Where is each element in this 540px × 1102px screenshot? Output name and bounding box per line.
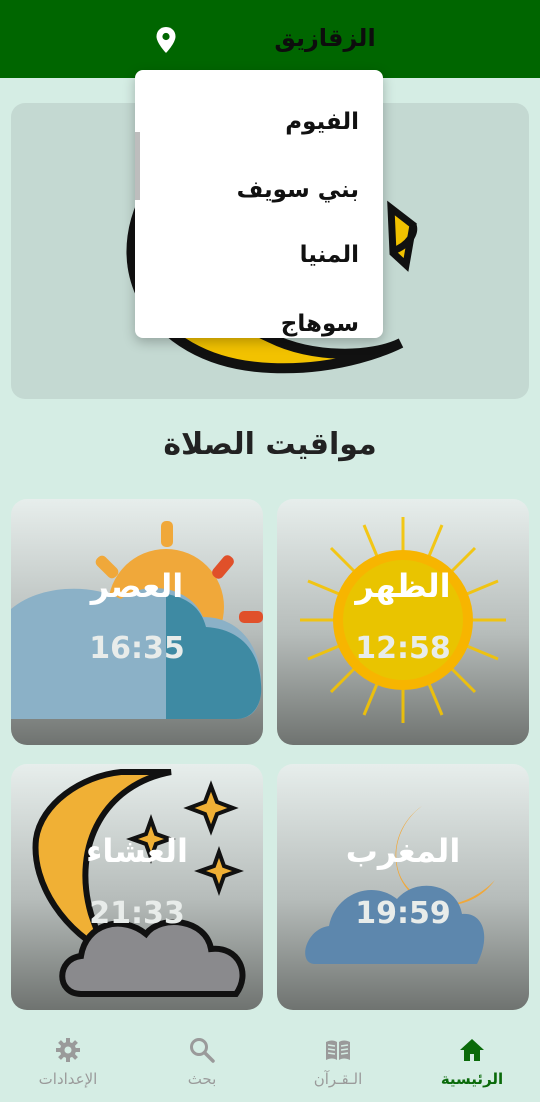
prayer-card-dhuhr[interactable]: الظهر 12:58 — [277, 499, 529, 745]
gear-icon — [56, 1038, 80, 1062]
nav-label: بحث — [187, 1070, 217, 1088]
nav-quran[interactable]: الـقـرآن — [278, 1026, 398, 1102]
home-icon — [460, 1039, 484, 1061]
prayer-card-maghrib[interactable]: المغرب 19:59 — [277, 764, 529, 1010]
app-bar: الزقازيق — [0, 0, 540, 78]
book-icon — [326, 1040, 350, 1060]
search-icon — [190, 1038, 215, 1063]
dropdown-option-fayoum[interactable]: الفيوم — [149, 102, 359, 142]
dropdown-option-beni-suef[interactable]: بني سويف — [149, 170, 359, 210]
sun-behind-cloud-icon — [11, 521, 263, 719]
location-pin-icon[interactable] — [154, 26, 178, 54]
prayer-name: المغرب — [345, 832, 461, 870]
city-selector[interactable]: الزقازيق — [250, 18, 400, 58]
nav-label: الـقـرآن — [313, 1070, 363, 1088]
section-title: مواقيت الصلاة — [163, 427, 377, 462]
prayer-time: 21:33 — [89, 896, 185, 931]
prayer-card-isha[interactable]: العشاء 21:33 — [11, 764, 263, 1010]
city-dropdown-menu: الفيوم بني سويف المنيا سوهاج — [135, 70, 383, 338]
prayer-time: 16:35 — [89, 631, 185, 666]
prayer-time: 12:58 — [355, 631, 451, 666]
prayer-card-asr[interactable]: العصر 16:35 — [11, 499, 263, 745]
moon-behind-cloud-icon — [305, 806, 495, 964]
bottom-navigation: الرئيسية الـقـرآن بحث الإعدادات — [0, 1026, 540, 1102]
nav-search[interactable]: بحث — [142, 1026, 262, 1102]
sun-icon — [300, 517, 506, 723]
nav-settings[interactable]: الإعدادات — [8, 1026, 128, 1102]
prayer-name: العصر — [90, 567, 184, 605]
dropdown-option-minya[interactable]: المنيا — [149, 235, 359, 275]
dropdown-option-sohag[interactable]: سوهاج — [149, 304, 359, 338]
nav-label: الإعدادات — [38, 1070, 98, 1088]
prayer-name: الظهر — [355, 567, 451, 605]
prayer-time: 19:59 — [355, 896, 451, 931]
dropdown-scrollbar[interactable] — [135, 132, 140, 200]
moon-stars-cloud-icon — [32, 769, 246, 997]
nav-home[interactable]: الرئيسية — [412, 1026, 532, 1102]
prayer-name: العشاء — [86, 832, 188, 870]
nav-label: الرئيسية — [440, 1070, 504, 1088]
